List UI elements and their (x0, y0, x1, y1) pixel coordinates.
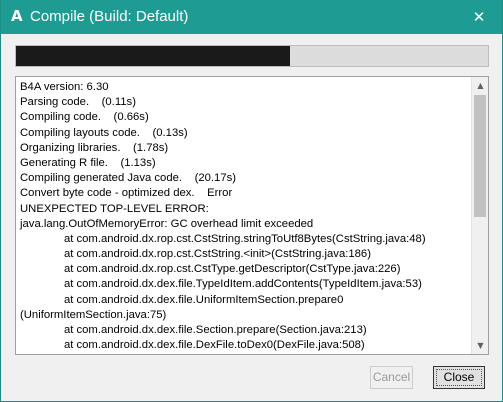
window-title: Compile (Build: Default) (30, 8, 189, 25)
log-line: at com.android.dx.rop.cst.CstString.<ini… (20, 248, 371, 261)
progress-fill (16, 46, 290, 66)
log-line: Organizing libraries. (1.78s) (20, 141, 169, 154)
log-line: Parsing code. (0.11s) (20, 96, 136, 109)
log-line: (UniformItemSection.java:75) (20, 308, 167, 321)
compile-log[interactable]: B4A version: 6.30 Parsing code. (0.11s) Co… (15, 76, 489, 355)
b4a-app-icon: A (11, 7, 23, 25)
log-line: java.lang.OutOfMemoryError: GC overhead … (20, 217, 314, 230)
log-line: at com.android.dx.dex.file.TypeIdItem.ad… (20, 278, 422, 291)
scroll-down-icon[interactable]: ▼ (472, 337, 488, 354)
cancel-button[interactable]: Cancel (370, 366, 413, 389)
log-line: Compiling generated Java code. (20.17s) (20, 172, 237, 185)
close-icon[interactable]: ✕ (456, 0, 502, 34)
compile-progress-bar (15, 45, 489, 67)
title-bar[interactable]: A Compile (Build: Default) ✕ (1, 0, 502, 34)
log-scrollbar[interactable]: ▲ ▼ (471, 77, 488, 354)
log-line: at com.android.dx.rop.cst.CstString.stri… (20, 232, 426, 245)
log-line: at com.android.dx.rop.cst.CstType.getDes… (20, 263, 401, 276)
cancel-button-label: Cancel (372, 370, 411, 384)
close-button[interactable]: Close (433, 366, 485, 389)
log-text: B4A version: 6.30 Parsing code. (0.11s) Co… (20, 80, 468, 353)
scroll-up-icon[interactable]: ▲ (472, 77, 488, 94)
log-line: Generating R file. (1.13s) (20, 156, 156, 169)
log-line: Compiling code. (0.66s) (20, 111, 149, 124)
log-line: Compiling layouts code. (0.13s) (20, 126, 188, 139)
compile-dialog: A Compile (Build: Default) ✕ B4A version… (0, 0, 503, 402)
log-line: UNEXPECTED TOP-LEVEL ERROR: (20, 202, 209, 215)
close-button-label: Close (443, 370, 475, 384)
log-line: Convert byte code - optimized dex. Error (20, 187, 233, 200)
log-line: at com.android.dx.dex.file.Section.prepa… (20, 324, 367, 336)
log-line: at com.android.dx.dex.file.UniformItemSe… (20, 293, 344, 306)
scroll-thumb[interactable] (474, 95, 486, 217)
log-line: B4A version: 6.30 (20, 81, 109, 93)
log-line: at com.android.dx.dex.file.DexFile.toDex… (20, 339, 365, 352)
